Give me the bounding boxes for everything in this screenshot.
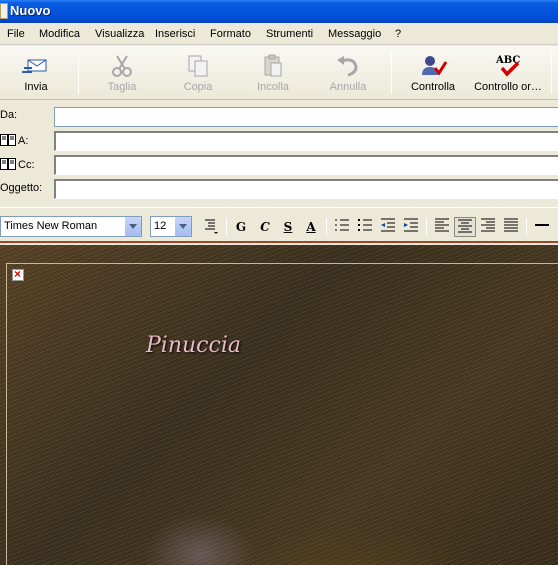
font-family-value: Times New Roman — [4, 220, 98, 232]
copy-icon — [188, 55, 208, 77]
font-size-value: 12 — [154, 220, 167, 232]
paste-label: Incolla — [257, 81, 289, 93]
bullet-list-button[interactable] — [354, 217, 376, 237]
cc-field[interactable] — [54, 155, 558, 175]
format-separator — [226, 218, 227, 236]
send-label: Invia — [24, 81, 48, 93]
menu-visualizza[interactable]: Visualizza — [95, 28, 144, 40]
menu-messaggio[interactable]: Messaggio — [328, 28, 381, 40]
paste-icon — [264, 54, 282, 77]
from-field[interactable] — [54, 107, 558, 127]
to-field[interactable] — [54, 131, 558, 151]
check-names-label: Controlla — [410, 81, 456, 93]
send-button[interactable]: Invia — [8, 50, 64, 96]
scissors-icon — [112, 55, 132, 77]
formatting-toolbar: Times New Roman 12 G C S A — [0, 207, 558, 243]
check-names-button[interactable]: Controlla — [405, 50, 461, 96]
horizontal-line-icon — [535, 224, 549, 226]
italic-button[interactable]: C — [254, 217, 276, 237]
stationery-frame — [6, 263, 558, 565]
spelling-check-icon: ABC — [495, 55, 520, 77]
toolbar-separator — [391, 52, 392, 94]
signature-text: Pinuccia — [146, 333, 241, 358]
align-left-icon — [435, 218, 449, 232]
cut-label: Taglia — [107, 81, 137, 93]
broken-image-icon[interactable] — [12, 267, 24, 281]
subject-label: Oggetto: — [0, 182, 43, 194]
undo-button[interactable]: Annulla — [320, 50, 376, 96]
font-size-select[interactable]: 12 — [150, 216, 192, 237]
cc-label: Cc: — [18, 159, 35, 171]
justify-button[interactable] — [500, 217, 522, 237]
format-separator — [426, 218, 427, 236]
bullet-list-icon — [358, 219, 372, 231]
send-icon — [22, 59, 47, 73]
menu-formato[interactable]: Formato — [210, 28, 251, 40]
numbered-list-button[interactable] — [331, 217, 353, 237]
undo-icon — [337, 56, 358, 77]
spelling-button[interactable]: ABC Controllo or… — [472, 50, 544, 96]
from-label: Da: — [0, 109, 18, 121]
format-separator — [326, 218, 327, 236]
window-title: Nuovo — [10, 3, 51, 18]
toolbar: Invia Taglia Copia Incolla Annulla Contr… — [0, 46, 558, 100]
font-family-select[interactable]: Times New Roman — [0, 216, 142, 237]
bold-button[interactable]: G — [230, 217, 252, 237]
address-book-icon[interactable] — [0, 134, 16, 146]
menu-help[interactable]: ? — [395, 28, 401, 40]
justify-icon — [504, 218, 518, 232]
horizontal-line-button[interactable] — [531, 217, 553, 237]
increase-indent-button[interactable] — [400, 217, 422, 237]
subject-field[interactable] — [54, 179, 558, 199]
menu-strumenti[interactable]: Strumenti — [266, 28, 313, 40]
chevron-down-icon[interactable] — [124, 217, 141, 236]
to-label-group[interactable]: A: — [0, 134, 28, 147]
menu-modifica[interactable]: Modifica — [39, 28, 80, 40]
align-center-button[interactable] — [454, 217, 476, 237]
copy-button[interactable]: Copia — [170, 50, 226, 96]
underline-button[interactable]: S — [277, 217, 299, 237]
font-color-button[interactable]: A — [300, 217, 322, 237]
decrease-indent-icon — [381, 218, 395, 232]
new-message-icon — [0, 3, 8, 19]
toolbar-separator — [551, 52, 552, 94]
copy-label: Copia — [183, 81, 213, 93]
menu-inserisci[interactable]: Inserisci — [155, 28, 195, 40]
paragraph-style-icon — [205, 219, 218, 234]
paste-button[interactable]: Incolla — [245, 50, 301, 96]
increase-indent-icon — [404, 218, 418, 232]
paragraph-style-button[interactable] — [200, 217, 222, 237]
decrease-indent-button[interactable] — [377, 217, 399, 237]
align-left-button[interactable] — [431, 217, 453, 237]
align-right-icon — [481, 218, 495, 232]
title-bar[interactable]: Nuovo — [0, 0, 558, 23]
to-label: A: — [18, 135, 29, 147]
numbered-list-icon — [335, 219, 349, 231]
spelling-label: Controllo or… — [474, 81, 542, 93]
align-center-icon — [458, 219, 472, 233]
message-body[interactable]: Pinuccia — [0, 245, 558, 565]
chevron-down-icon[interactable] — [174, 217, 191, 236]
check-names-icon — [422, 56, 447, 76]
menu-bar: File Modifica Visualizza Inserisci Forma… — [0, 23, 558, 45]
undo-label: Annulla — [329, 81, 367, 93]
toolbar-separator — [78, 52, 79, 94]
menu-file[interactable]: File — [7, 28, 25, 40]
cut-button[interactable]: Taglia — [94, 50, 150, 96]
cc-label-group[interactable]: Cc: — [0, 158, 35, 171]
message-header: Da: A: Cc: Oggetto: — [0, 101, 558, 205]
align-right-button[interactable] — [477, 217, 499, 237]
format-separator — [526, 218, 527, 236]
address-book-icon[interactable] — [0, 158, 16, 170]
